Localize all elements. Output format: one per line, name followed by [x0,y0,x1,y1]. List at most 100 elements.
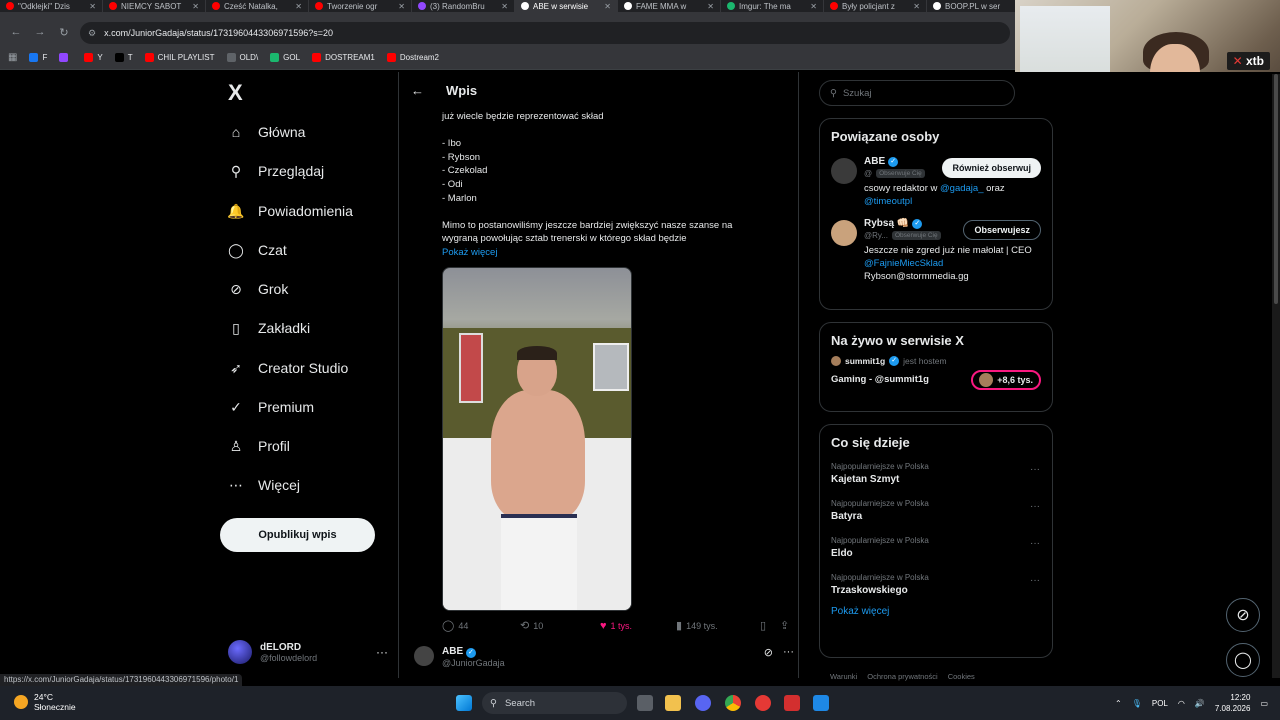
app-icon[interactable] [813,695,829,711]
task-view-icon[interactable] [637,695,653,711]
bio-link[interactable]: @FajnieMiecSklad [864,258,943,269]
bookmark-item[interactable]: DOSTREAM1 [312,53,375,62]
search-input[interactable]: ⚲ Szukaj [819,80,1015,106]
site-info-icon[interactable]: ⚙ [88,28,96,39]
reload-icon[interactable]: ↻ [58,26,70,40]
nav-item-3[interactable]: ◯ Czat [228,237,287,263]
mic-icon[interactable]: 🎙 [1132,699,1142,708]
grok-icon[interactable]: ⊘ [764,646,773,668]
close-icon[interactable]: ✕ [501,2,508,11]
show-more-link[interactable]: Pokaż więcej [442,246,782,260]
bookmark-item[interactable]: CHIL PLAYLIST [144,53,215,62]
scrollbar[interactable] [1272,74,1280,678]
bio-link[interactable]: @gadaja_ [940,183,983,194]
nav-item-4[interactable]: ⊘ Grok [228,276,288,302]
bookmark-item[interactable]: Y [84,53,103,62]
following-button[interactable]: Obserwujesz [963,220,1041,240]
close-icon[interactable]: ✕ [913,2,920,11]
bookmark-button[interactable]: ▯ [760,619,780,632]
show-more-link[interactable]: Pokaż więcej [820,606,1052,617]
browser-tab[interactable]: (3) RandomBru ✕ [412,0,515,12]
back-arrow-icon[interactable]: ← [411,83,424,98]
close-icon[interactable]: ✕ [810,2,817,11]
person-item[interactable]: Rybsą 👊🏻 ✓ @Ry... Obserwuje Cię Obserwujes… [820,214,1052,289]
live-broadcast[interactable]: summit1g ✓ jest hostem Gaming - @summit1g … [820,356,1052,395]
close-icon[interactable]: ✕ [707,2,714,11]
app-icon[interactable] [784,695,800,711]
windows-start-icon[interactable] [456,695,472,711]
close-icon[interactable]: ✕ [604,2,611,11]
apps-icon[interactable]: ▦ [8,52,17,63]
views-button[interactable]: ▮ 149 tys. [676,619,760,632]
nav-item-1[interactable]: ⚲ Przeglądaj [228,158,324,184]
trend-item[interactable]: Najpopularniejsze w Polska Eldo ··· [820,532,1052,569]
more-icon[interactable]: ··· [783,646,794,668]
close-icon[interactable]: ✕ [192,2,199,11]
chrome-icon[interactable] [725,695,741,711]
nav-item-9[interactable]: ⋯ Więcej [228,472,300,498]
reply-preview[interactable]: ABE ✓ @JuniorGadaja ⊘ ··· [414,646,794,668]
account-switcher[interactable]: dELORD @followdelord ··· [228,640,388,664]
x-logo[interactable]: X [228,80,243,106]
close-icon[interactable]: ✕ [398,2,405,11]
taskbar-search[interactable]: ⚲ Search [482,692,627,714]
browser-tab[interactable]: NIEMCY SABOT ✕ [103,0,206,12]
browser-tab[interactable]: Były policjant z ✕ [824,0,927,12]
bookmark-item[interactable]: F [29,53,47,62]
browser-tab[interactable]: Tworzenie ogr ✕ [309,0,412,12]
more-icon[interactable]: ··· [376,645,388,659]
browser-tab[interactable]: FAME MMA w ✕ [618,0,721,12]
back-icon[interactable]: ← [10,26,22,40]
browser-tab[interactable]: Cześć Natalka, ✕ [206,0,309,12]
nav-item-8[interactable]: ♙ Profil [228,433,290,459]
browser-tab[interactable]: ABE w serwisie ✕ [515,0,618,12]
bookmark-item[interactable] [59,53,72,62]
trend-item[interactable]: Najpopularniejsze w Polska Kajetan Szmyt ·… [820,458,1052,495]
nav-item-7[interactable]: ✓ Premium [228,394,314,420]
clock[interactable]: 12:20 7.08.2026 [1215,692,1251,714]
wifi-icon[interactable]: ◠ [1178,699,1185,708]
bookmark-item[interactable]: Dostream2 [386,53,439,62]
post-photo[interactable] [442,267,632,611]
volume-icon[interactable]: 🔊 [1195,699,1205,708]
more-icon[interactable]: ··· [1030,501,1040,512]
more-icon[interactable]: ··· [1030,575,1040,586]
share-button[interactable]: ⇪ [780,619,789,632]
reply-button[interactable]: ◯ 44 [442,619,520,632]
nav-item-2[interactable]: 🔔 Powiadomienia [227,198,353,224]
nav-item-6[interactable]: ➶ Creator Studio [228,355,348,381]
chevron-up-icon[interactable]: ⌃ [1115,699,1122,708]
address-bar[interactable]: ⚙ x.com/JuniorGadaja/status/173196044330… [80,22,1010,44]
bookmark-item[interactable]: GOL [270,53,300,62]
discord-icon[interactable] [695,695,711,711]
footer-link[interactable]: Cookies [948,672,975,681]
bookmark-item[interactable]: OLD\ [226,53,258,62]
bio-link[interactable]: @timeoutpl [864,196,912,207]
app-icon[interactable] [755,695,771,711]
publish-post-button[interactable]: Opublikuj wpis [220,518,375,552]
close-icon[interactable]: ✕ [295,2,302,11]
nav-item-5[interactable]: ▯ Zakładki [228,315,310,341]
person-item[interactable]: ABE ✓ @ Obserwuje Cię Również obserwuj cso… [820,152,1052,214]
more-icon[interactable]: ··· [1030,538,1040,549]
follow-back-button[interactable]: Również obserwuj [942,158,1041,178]
trend-item[interactable]: Najpopularniejsze w Polska Trzaskowskiego… [820,569,1052,606]
like-button[interactable]: ♥ 1 tys. [600,620,676,632]
notification-icon[interactable]: ▭ [1260,699,1268,708]
footer-link[interactable]: Warunki [830,672,857,681]
file-explorer-icon[interactable] [665,695,681,711]
footer-link[interactable]: Ochrona prywatności [867,672,937,681]
weather-widget[interactable]: 24°C Słonecznie [14,692,76,712]
close-icon[interactable]: ✕ [89,2,96,11]
bookmark-item[interactable]: T [114,53,133,62]
browser-tab[interactable]: "Odklejki" Dzis ✕ [0,0,103,12]
repost-button[interactable]: ⟲ 10 [520,619,600,632]
trend-item[interactable]: Najpopularniejsze w Polska Batyra ··· [820,495,1052,532]
nav-item-0[interactable]: ⌂ Główna [228,119,306,145]
grok-icon[interactable]: ⊘ [1226,598,1260,632]
chat-icon[interactable]: ◯ [1226,643,1260,677]
more-icon[interactable]: ··· [1030,464,1040,475]
language-indicator[interactable]: POL [1152,699,1168,708]
browser-tab[interactable]: Imgur: The ma ✕ [721,0,824,12]
live-listeners-pill[interactable]: +8,6 tys. [971,370,1041,390]
